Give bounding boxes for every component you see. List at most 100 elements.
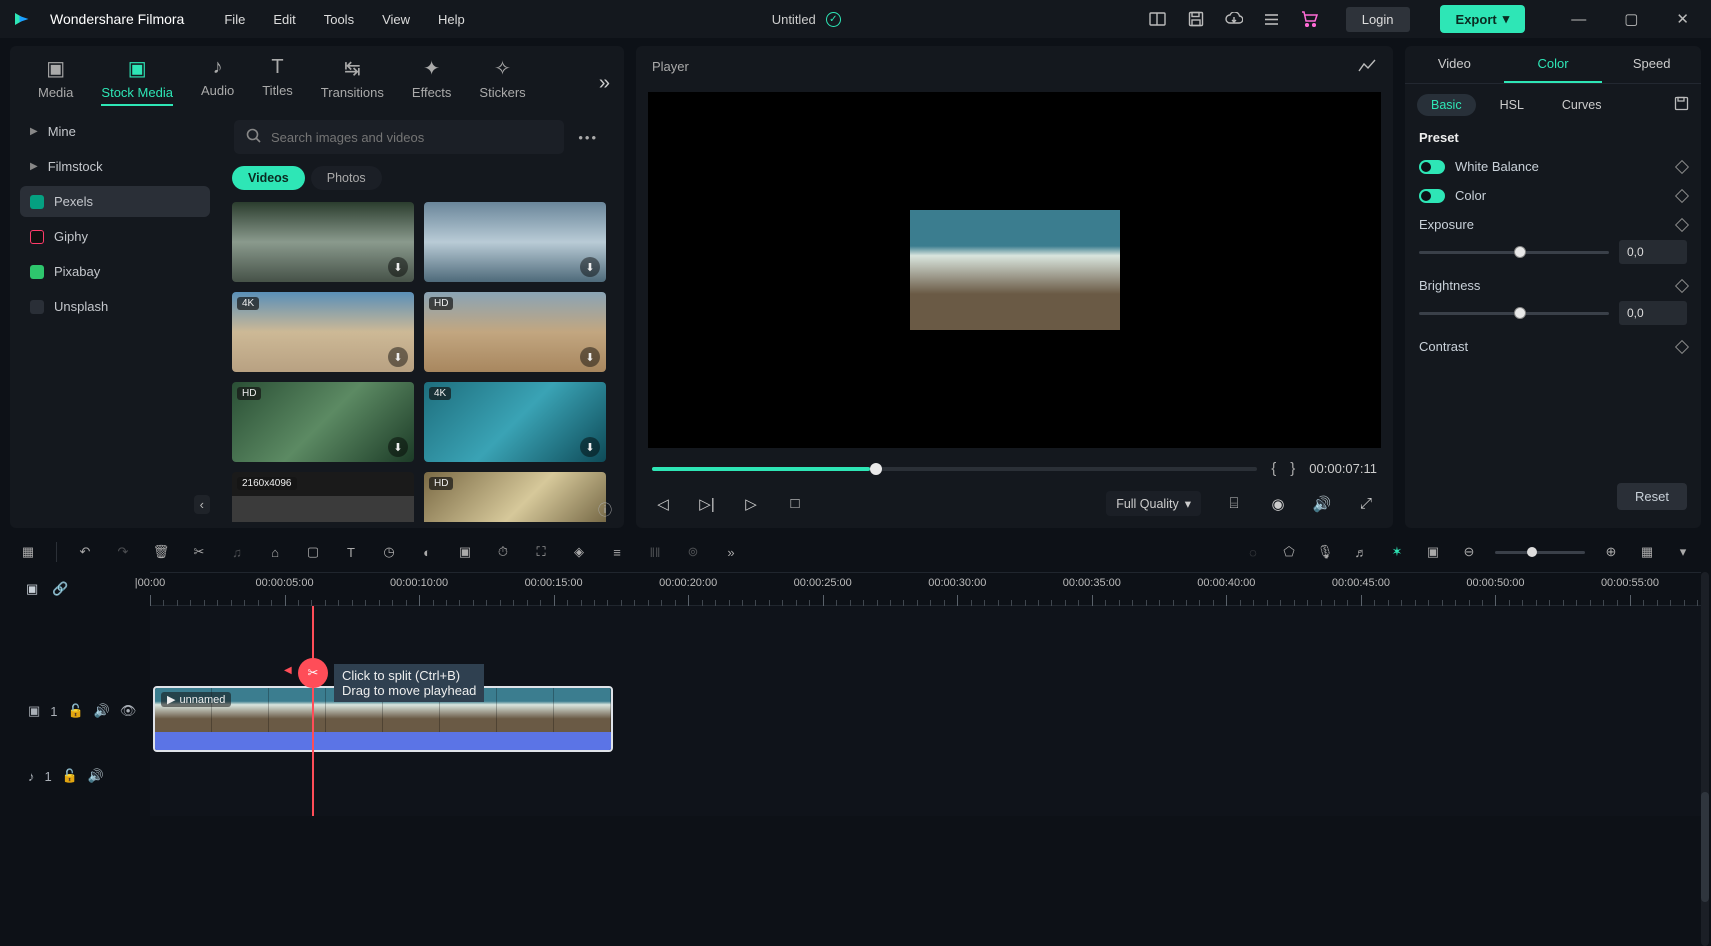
search-input[interactable] [271,130,552,145]
prev-frame-icon[interactable]: ◁ [652,493,674,515]
source-filmstock[interactable]: ▶Filmstock [20,151,210,182]
scrollbar-thumb[interactable] [1701,792,1709,902]
stock-thumb[interactable]: 4K⬇ [424,382,606,462]
window-minimize[interactable]: — [1561,11,1596,28]
quality-dropdown[interactable]: Full Quality▾ [1106,491,1201,516]
snapshot-icon[interactable]: ◉ [1267,493,1289,515]
expand-icon[interactable]: ⛶ [531,542,551,562]
source-giphy[interactable]: Giphy [20,221,210,252]
vertical-scrollbar[interactable] [1701,572,1709,946]
source-mine[interactable]: ▶Mine [20,116,210,147]
crop-icon[interactable]: ▢ [303,542,323,562]
motion-icon[interactable]: ⊚ [683,542,703,562]
audio-level-icon[interactable]: ‖‖ [645,542,665,562]
collapse-sidebar-icon[interactable]: ‹ [194,495,210,514]
subtab-curves[interactable]: Curves [1548,94,1616,116]
stop-icon[interactable]: □ [784,493,806,515]
mute-icon[interactable]: 🔊 [94,703,110,719]
keyframe-icon[interactable] [1675,278,1689,292]
download-icon[interactable]: ⬇ [388,437,408,457]
track-area[interactable]: ▾ ✂ ◀▶ Click to split (Ctrl+B) Drag to m… [150,606,1701,816]
keyframe-icon[interactable] [1675,339,1689,353]
zoom-out-icon[interactable]: ⊖ [1459,542,1479,562]
prop-tab-color[interactable]: Color [1504,46,1603,83]
slider-handle[interactable] [1514,246,1526,258]
split-handle[interactable]: ✂ ◀▶ [298,658,328,688]
audio-mix-icon[interactable]: ♬ [1351,542,1371,562]
redo-icon[interactable]: ↷ [113,542,133,562]
player-scrubber[interactable] [652,467,1257,471]
voiceover-icon[interactable]: 🎙 [1315,542,1335,562]
brightness-slider[interactable] [1419,312,1609,315]
tab-titles[interactable]: TTitles [262,56,293,106]
speed-tool-icon[interactable]: ◷ [379,542,399,562]
source-pexels[interactable]: Pexels [20,186,210,217]
auto-highlight-icon[interactable]: ✶ [1387,542,1407,562]
tab-stickers[interactable]: ✧Stickers [479,56,525,106]
menu-file[interactable]: File [224,12,245,27]
filter-videos[interactable]: Videos [232,166,305,190]
white-balance-toggle[interactable] [1419,160,1445,174]
prop-tab-speed[interactable]: Speed [1602,46,1701,83]
more-tools-icon[interactable]: » [721,542,741,562]
stock-thumb[interactable]: HD⬇ [232,382,414,462]
stock-thumb[interactable]: ⬇ [232,202,414,282]
music-icon[interactable]: ♫ [227,542,247,562]
brightness-value[interactable]: 0,0 [1619,301,1687,325]
display-icon[interactable]: ⌸ [1223,493,1245,515]
save-icon[interactable] [1186,9,1206,29]
menu-view[interactable]: View [382,12,410,27]
keyframe-icon[interactable] [1675,217,1689,231]
keyframe-icon[interactable] [1675,159,1689,173]
scope-icon[interactable] [1357,56,1377,76]
prop-tab-video[interactable]: Video [1405,46,1504,83]
color-tool-icon[interactable]: ◐ [417,542,437,562]
source-unsplash[interactable]: Unsplash [20,291,210,322]
reset-button[interactable]: Reset [1617,483,1687,510]
time-ruler[interactable]: |00:0000:00:05:0000:00:10:0000:00:15:000… [150,572,1701,606]
exposure-slider[interactable] [1419,251,1609,254]
login-button[interactable]: Login [1346,7,1410,32]
keyframe-icon[interactable] [1675,188,1689,202]
link-icon[interactable]: 🔗 [52,581,68,597]
marker-icon[interactable]: ⬠ [1279,542,1299,562]
adjust-icon[interactable]: ≡ [607,542,627,562]
subtab-basic[interactable]: Basic [1417,94,1476,116]
tab-effects[interactable]: ✦Effects [412,56,452,106]
download-icon[interactable]: ⬇ [388,257,408,277]
grid-icon[interactable]: ▦ [18,542,38,562]
more-icon[interactable]: ••• [572,130,604,145]
lock-icon[interactable]: 🔓 [68,703,84,719]
list-icon[interactable] [1262,9,1282,29]
timeline-options-icon[interactable]: ▣ [26,581,38,597]
cart-icon[interactable] [1300,9,1320,29]
tab-transitions[interactable]: ↹Transitions [321,56,384,106]
delete-icon[interactable]: 🗑 [151,542,171,562]
menu-help[interactable]: Help [438,12,465,27]
filter-photos[interactable]: Photos [311,166,382,190]
fullscreen-icon[interactable]: ⤢ [1355,493,1377,515]
mask-icon[interactable]: ▣ [455,542,475,562]
mark-out-icon[interactable]: } [1290,460,1295,477]
keyframe-tool-icon[interactable]: ◈ [569,542,589,562]
tag-icon[interactable]: ⌂ [265,542,285,562]
subtab-hsl[interactable]: HSL [1486,94,1538,116]
video-track-head[interactable]: ▣1 🔓 🔊 👁 [10,676,150,746]
timer-icon[interactable]: ⏱ [493,542,513,562]
download-icon[interactable]: ⬇ [580,347,600,367]
info-icon[interactable]: ⓘ [598,500,612,520]
stock-thumb[interactable]: HD⬇ [424,292,606,372]
zoom-handle[interactable] [1527,547,1537,557]
stock-thumb[interactable]: 4K⬇ [232,292,414,372]
expand-tabs-icon[interactable]: » [599,72,610,95]
text-icon[interactable]: T [341,542,361,562]
cut-icon[interactable]: ✂ [189,542,209,562]
player-viewport[interactable] [648,92,1381,448]
volume-icon[interactable]: 🔊 [1311,493,1333,515]
zoom-slider[interactable] [1495,551,1585,554]
visibility-icon[interactable]: 👁 [120,703,137,719]
exposure-value[interactable]: 0,0 [1619,240,1687,264]
freeze-icon[interactable]: ▣ [1423,542,1443,562]
download-icon[interactable]: ⬇ [580,437,600,457]
tab-audio[interactable]: ♪Audio [201,56,234,106]
